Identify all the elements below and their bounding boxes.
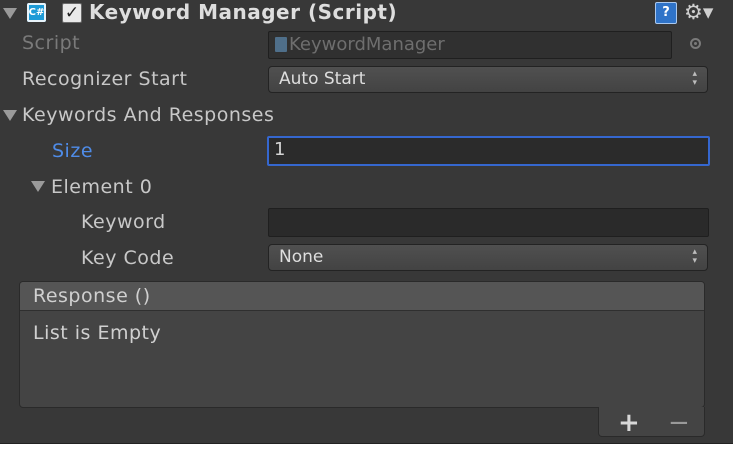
response-event-title: Response () [33,285,151,307]
component-foldout-icon[interactable] [3,8,17,19]
recognizer-start-dropdown[interactable]: Auto Start ▴ ▾ [268,66,708,93]
object-picker-target-icon[interactable] [690,38,701,49]
size-input[interactable]: 1 [267,136,710,166]
updown-arrows-icon: ▴ ▾ [692,247,697,266]
remove-listener-button[interactable]: − [668,410,690,436]
updown-arrows-icon: ▴ ▾ [692,69,697,88]
list-empty-text: List is Empty [33,322,162,344]
size-label: Size [52,140,94,162]
element0-label[interactable]: Element 0 [51,176,152,198]
keywords-and-responses-label[interactable]: Keywords And Responses [22,104,274,126]
help-icon[interactable]: ? [655,2,677,24]
recognizer-start-label: Recognizer Start [22,68,188,90]
script-label: Script [22,32,81,54]
element0-foldout-icon[interactable] [31,181,45,192]
keyword-label: Keyword [81,211,166,233]
script-field: KeywordManager [268,31,672,59]
csharp-script-icon: C# [27,3,46,22]
key-code-dropdown[interactable]: None ▴ ▾ [268,244,708,271]
keyword-input[interactable] [268,208,709,237]
component-enabled-checkbox[interactable]: ✓ [62,3,82,23]
key-code-label: Key Code [81,247,175,269]
add-listener-button[interactable]: + [618,410,640,436]
gear-icon[interactable]: ⚙▾ [684,2,713,23]
keywords-foldout-icon[interactable] [3,110,17,121]
key-code-value: None [279,247,324,267]
bottom-margin [0,444,733,466]
script-file-icon [275,37,287,52]
component-title: Keyword Manager (Script) [89,0,398,24]
script-field-value: KeywordManager [289,34,445,55]
recognizer-start-value: Auto Start [279,69,366,89]
